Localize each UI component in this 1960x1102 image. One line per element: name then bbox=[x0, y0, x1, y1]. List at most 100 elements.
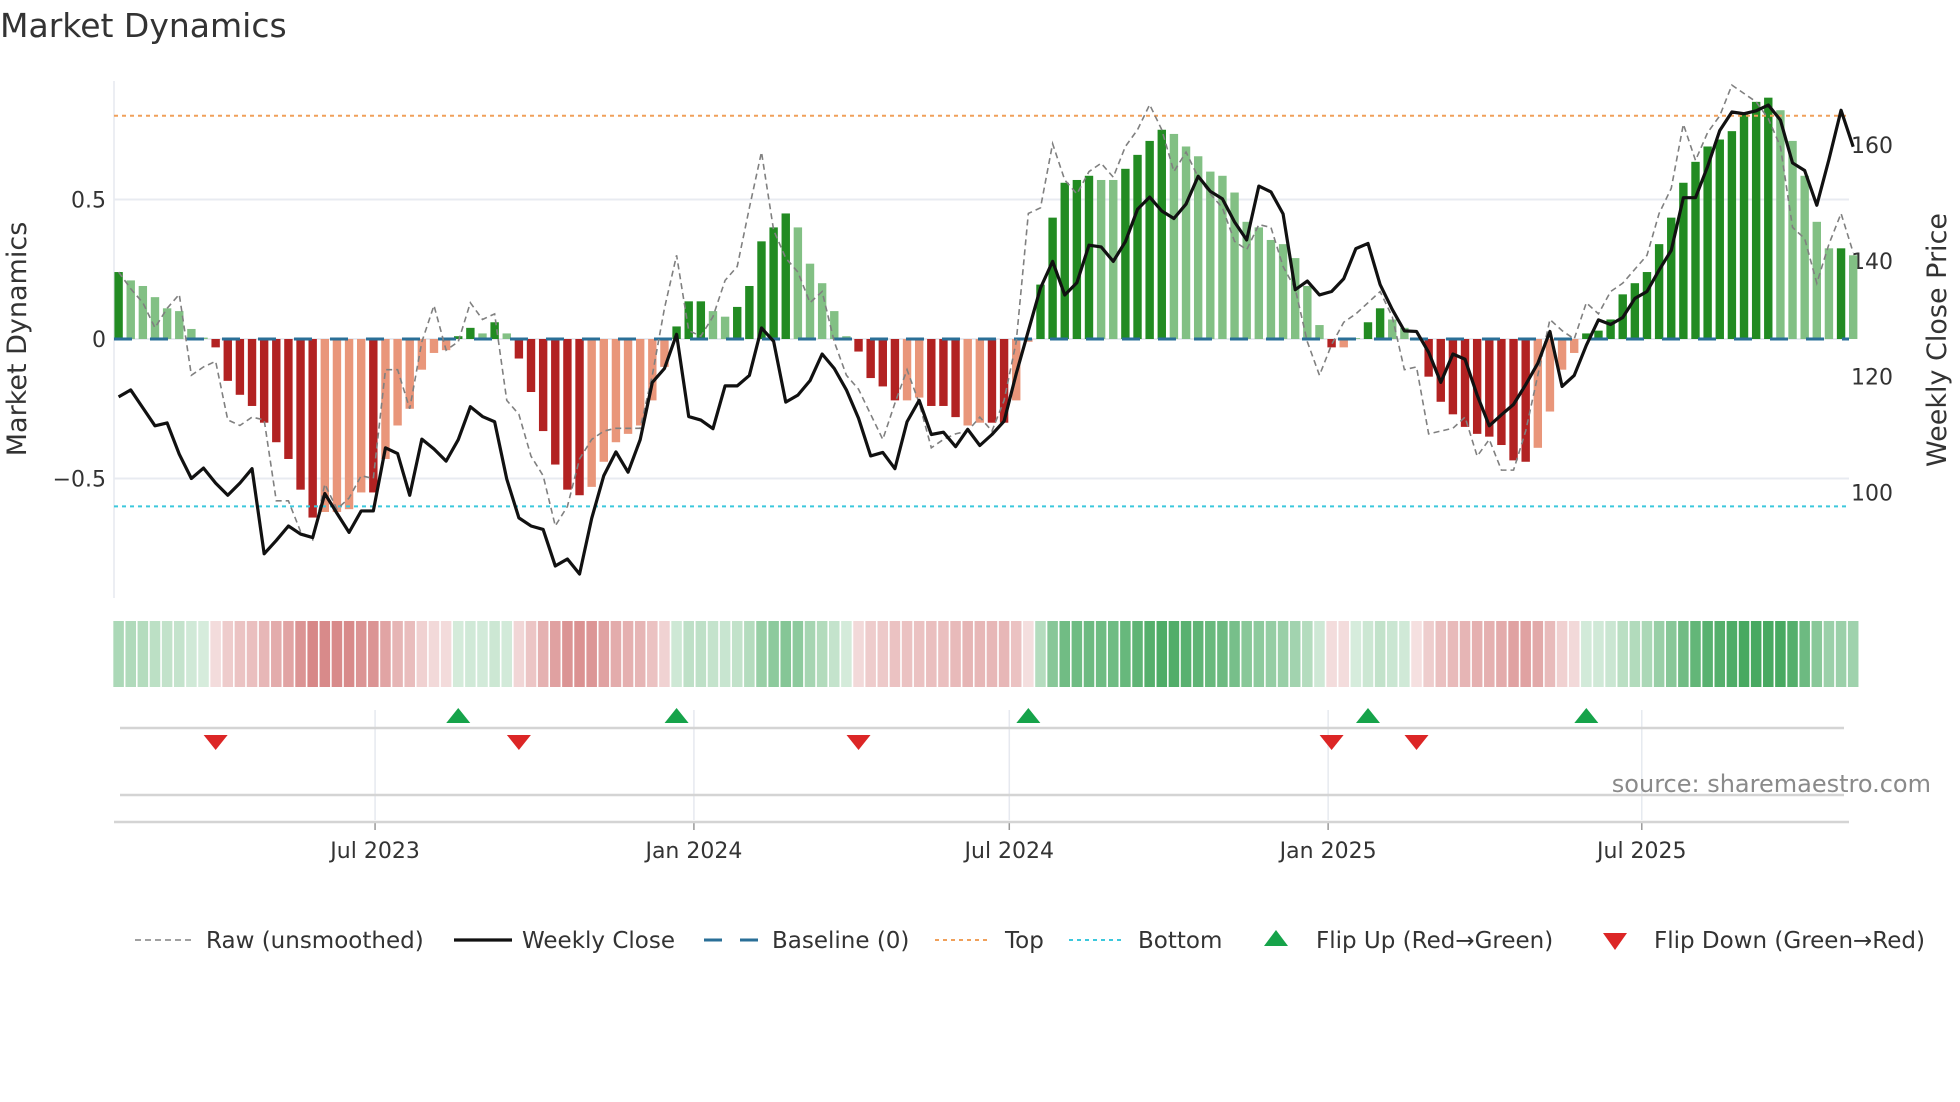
momentum-bar bbox=[1048, 217, 1057, 339]
heatmap-cell bbox=[938, 621, 949, 687]
heatmap-cell bbox=[1338, 621, 1349, 687]
momentum-bar bbox=[611, 339, 621, 443]
y2-tick-label: 160 bbox=[1851, 134, 1893, 159]
momentum-bar bbox=[272, 339, 281, 443]
momentum-bar bbox=[284, 339, 293, 459]
heatmap-cell bbox=[1787, 621, 1798, 687]
heatmap-cell bbox=[707, 621, 719, 687]
heatmap-cell bbox=[161, 621, 173, 687]
heatmap-cell bbox=[1629, 621, 1641, 687]
heatmap-cell bbox=[986, 621, 998, 687]
heatmap-cell bbox=[1035, 621, 1046, 687]
heatmap-cell bbox=[598, 621, 610, 687]
heatmap-cell bbox=[1350, 621, 1362, 687]
x-tick-label: Jan 2025 bbox=[1278, 839, 1377, 864]
heatmap-cell bbox=[950, 621, 961, 687]
momentum-bar bbox=[1375, 308, 1385, 339]
heatmap-cell bbox=[974, 621, 986, 687]
heatmap-cell bbox=[319, 621, 331, 687]
momentum-bar bbox=[745, 285, 754, 339]
heatmap-cell bbox=[998, 621, 1010, 687]
flip-up-marker bbox=[446, 708, 471, 723]
heatmap-cell bbox=[1617, 621, 1628, 687]
momentum-bar bbox=[975, 339, 985, 423]
heatmap-cell bbox=[1775, 621, 1786, 687]
legend-flip-down-icon bbox=[1603, 933, 1627, 950]
heatmap-cell bbox=[489, 621, 500, 687]
momentum-bar bbox=[890, 339, 900, 401]
momentum-bar bbox=[939, 339, 948, 406]
legend-item-close: Weekly Close bbox=[454, 928, 675, 954]
momentum-bar bbox=[927, 339, 936, 406]
momentum-bar bbox=[466, 327, 475, 339]
heatmap-cell bbox=[1374, 621, 1386, 687]
momentum-bar bbox=[1436, 339, 1445, 402]
heatmap-cell bbox=[1205, 621, 1216, 687]
momentum-bar bbox=[1751, 101, 1761, 339]
heatmap-cell bbox=[125, 621, 136, 687]
heatmap-cell bbox=[913, 621, 925, 687]
momentum-bar bbox=[1460, 339, 1470, 427]
heatmap-cell bbox=[1581, 621, 1592, 687]
heatmap-cell bbox=[877, 621, 889, 687]
raw-unsmoothed-line bbox=[117, 83, 1854, 542]
heatmap-cell bbox=[513, 621, 525, 687]
heatmap-cell bbox=[768, 621, 779, 687]
heatmap-cell bbox=[1253, 621, 1265, 687]
heatmap-cell bbox=[1083, 621, 1095, 687]
heatmap-cell bbox=[343, 621, 355, 687]
momentum-bar bbox=[1824, 248, 1834, 339]
heatmap-cell bbox=[659, 621, 670, 687]
source-annotation: source: sharemaestro.com bbox=[1612, 770, 1931, 798]
heatmap-cell bbox=[1653, 621, 1665, 687]
heatmap-cell bbox=[1386, 621, 1398, 687]
heatmap-cell bbox=[1156, 621, 1168, 687]
heatmap-cell bbox=[962, 621, 973, 687]
flip-down-marker bbox=[846, 735, 871, 750]
momentum-bar bbox=[757, 241, 766, 339]
heatmap-cell bbox=[1799, 621, 1810, 687]
regime-heatmap-strip bbox=[113, 621, 1859, 687]
momentum-bar bbox=[1521, 339, 1530, 462]
momentum-bar bbox=[1072, 179, 1082, 339]
momentum-bar bbox=[514, 339, 524, 359]
heatmap-cell bbox=[1010, 621, 1022, 687]
momentum-bar bbox=[987, 339, 997, 423]
heatmap-cell bbox=[537, 621, 549, 687]
legend-label: Weekly Close bbox=[522, 928, 675, 954]
y-tick-label: 0.5 bbox=[71, 189, 106, 214]
heatmap-cell bbox=[901, 621, 913, 687]
flip-up-marker bbox=[1355, 708, 1380, 723]
momentum-bar bbox=[1848, 255, 1858, 339]
heatmap-cell bbox=[1459, 621, 1471, 687]
heatmap-cell bbox=[1714, 621, 1726, 687]
heatmap-cell bbox=[792, 621, 804, 687]
momentum-bar bbox=[1121, 168, 1130, 339]
heatmap-cell bbox=[1314, 621, 1325, 687]
heatmap-cell bbox=[1484, 621, 1495, 687]
momentum-bar bbox=[357, 339, 366, 493]
heatmap-cell bbox=[307, 621, 318, 687]
heatmap-cell bbox=[1544, 621, 1556, 687]
heatmap-cell bbox=[719, 621, 731, 687]
momentum-bar bbox=[854, 339, 863, 352]
heatmap-cell bbox=[440, 621, 452, 687]
momentum-bar bbox=[1776, 110, 1785, 339]
heatmap-cell bbox=[525, 621, 537, 687]
momentum-bar bbox=[223, 339, 232, 381]
momentum-bar bbox=[381, 339, 390, 459]
heatmap-cell bbox=[1532, 621, 1544, 687]
momentum-bar bbox=[1788, 140, 1797, 339]
momentum-bar bbox=[1800, 175, 1809, 339]
y-tick-label: 0 bbox=[92, 328, 106, 353]
momentum-bar bbox=[1266, 239, 1276, 339]
flip-up-marker bbox=[1016, 708, 1041, 723]
heatmap-cell bbox=[1132, 621, 1143, 687]
heatmap-cell bbox=[1047, 621, 1058, 687]
heatmap-cell bbox=[816, 621, 828, 687]
heatmap-cell bbox=[841, 621, 852, 687]
momentum-bar bbox=[526, 339, 536, 393]
heatmap-cell bbox=[780, 621, 792, 687]
heatmap-cell bbox=[1059, 621, 1071, 687]
heatmap-cell bbox=[1690, 621, 1701, 687]
